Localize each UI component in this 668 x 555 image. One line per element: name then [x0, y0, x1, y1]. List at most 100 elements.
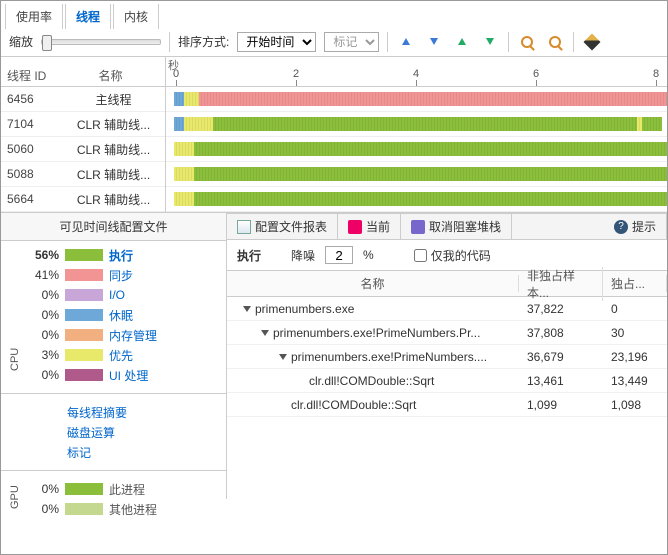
zoom-fit-icon: [549, 36, 561, 48]
legend-swatch: [65, 329, 103, 341]
legend-swatch: [65, 309, 103, 321]
timeline-bar-row[interactable]: [166, 87, 667, 112]
legend-item: 0% 此进程: [23, 479, 218, 499]
legend-link[interactable]: 执行: [109, 247, 133, 264]
thread-id: 5060: [1, 142, 56, 156]
profile-legend: 可见时间线配置文件 CPU GPU 56%执行41%同步0%I/O0%休眠0%内…: [1, 213, 227, 499]
legend-swatch: [65, 269, 103, 281]
table-row[interactable]: primenumbers.exe37,8220: [227, 297, 667, 321]
tick-label: 6: [533, 68, 539, 80]
tab-unblock[interactable]: 取消阻塞堆栈: [401, 214, 512, 239]
noise-input[interactable]: [325, 246, 353, 264]
row-inclusive: 37,808: [519, 326, 603, 340]
legend-link[interactable]: 同步: [109, 267, 133, 284]
row-name: clr.dll!COMDouble::Sqrt: [309, 374, 434, 388]
thread-row[interactable]: 5664CLR 辅助线...: [1, 187, 165, 212]
lower-panel: 可见时间线配置文件 CPU GPU 56%执行41%同步0%I/O0%休眠0%内…: [1, 213, 667, 499]
thread-id: 5088: [1, 167, 56, 181]
highlight-button[interactable]: [582, 32, 602, 52]
zoom-in-icon: [521, 36, 533, 48]
mycode-checkbox[interactable]: [414, 249, 427, 262]
sort-label: 排序方式:: [178, 33, 229, 50]
tab-profile-report[interactable]: 配置文件报表: [227, 214, 338, 239]
tab-current[interactable]: 当前: [338, 214, 401, 239]
thread-row[interactable]: 6456主线程: [1, 87, 165, 112]
legend-label: 此进程: [109, 481, 145, 498]
profile-link[interactable]: 磁盘运算: [67, 422, 218, 442]
move-down-button[interactable]: [424, 32, 444, 52]
col-inclusive[interactable]: 非独占样本...: [519, 267, 603, 301]
tick-label: 8: [653, 68, 659, 80]
col-thread-id[interactable]: 线程 ID: [1, 67, 56, 84]
tab-hint[interactable]: ?提示: [604, 214, 667, 239]
sort-select[interactable]: 开始时间: [237, 32, 316, 52]
row-exclusive: 0: [603, 302, 667, 316]
zoom-slider[interactable]: [41, 39, 161, 45]
zoom-fit-button[interactable]: [545, 32, 565, 52]
help-icon: ?: [614, 220, 628, 234]
timeline-bar-row[interactable]: [166, 162, 667, 187]
legend-link[interactable]: 优先: [109, 347, 133, 364]
col-exclusive[interactable]: 独占...: [603, 275, 667, 292]
timeline-bar-row[interactable]: [166, 187, 667, 212]
table-row[interactable]: clr.dll!COMDouble::Sqrt1,0991,098: [227, 393, 667, 417]
row-name: primenumbers.exe!PrimeNumbers....: [291, 350, 487, 364]
separator: [387, 32, 388, 52]
legend-link[interactable]: UI 处理: [109, 367, 148, 384]
legend-pct: 0%: [23, 482, 59, 496]
zoom-label: 缩放: [9, 33, 33, 50]
col-name[interactable]: 名称: [227, 275, 519, 292]
legend-swatch: [65, 249, 103, 261]
mycode-toggle[interactable]: 仅我的代码: [414, 247, 491, 264]
legend-swatch: [65, 483, 103, 495]
timeline-chart[interactable]: 秒 02468: [166, 57, 667, 212]
table-row[interactable]: primenumbers.exe!PrimeNumbers.Pr...37,80…: [227, 321, 667, 345]
marker-select[interactable]: 标记: [324, 32, 379, 52]
legend-link[interactable]: 内存管理: [109, 327, 157, 344]
tab-threads[interactable]: 线程: [65, 4, 111, 29]
legend-label: 其他进程: [109, 501, 157, 518]
time-ruler: 秒 02468: [166, 57, 667, 87]
zoom-thumb[interactable]: [42, 35, 52, 51]
legend-link[interactable]: 休眠: [109, 307, 133, 324]
legend-link[interactable]: I/O: [109, 288, 125, 302]
separator: [573, 32, 574, 52]
legend-item: 0%其他进程: [23, 499, 218, 519]
legend-item: 41%同步: [23, 265, 218, 285]
row-inclusive: 36,679: [519, 350, 603, 364]
move-top-button[interactable]: [452, 32, 472, 52]
tab-cores[interactable]: 内核: [113, 4, 159, 29]
profile-link[interactable]: 标记: [67, 442, 218, 462]
profile-link[interactable]: 每线程摘要: [67, 402, 218, 422]
table-row[interactable]: primenumbers.exe!PrimeNumbers.... 36,6792…: [227, 345, 667, 369]
timeline-bar-row[interactable]: [166, 137, 667, 162]
move-up-button[interactable]: [396, 32, 416, 52]
noise-label: 降噪: [291, 247, 315, 264]
timeline-bar-row[interactable]: [166, 112, 667, 137]
col-thread-name[interactable]: 名称: [56, 67, 165, 84]
tab-usage[interactable]: 使用率: [5, 4, 63, 29]
legend-pct: 0%: [23, 368, 59, 382]
thread-row[interactable]: 5088CLR 辅助线...: [1, 162, 165, 187]
legend-pct: 56%: [23, 248, 59, 262]
row-exclusive: 23,196: [603, 350, 667, 364]
exec-label: 执行: [237, 247, 261, 264]
report-icon: [237, 220, 251, 234]
tree-toggle-icon[interactable]: [243, 306, 251, 312]
zoom-in-button[interactable]: [517, 32, 537, 52]
tree-toggle-icon[interactable]: [261, 330, 269, 336]
tree-toggle-icon[interactable]: [279, 354, 287, 360]
table-row[interactable]: clr.dll!COMDouble::Sqrt13,46113,449: [227, 369, 667, 393]
arrow-bottom-icon: [486, 38, 494, 45]
legend-pct: 0%: [23, 308, 59, 322]
thread-row[interactable]: 5060CLR 辅助线...: [1, 137, 165, 162]
timeline-panel: 线程 ID 名称 6456主线程7104CLR 辅助线...5060CLR 辅助…: [1, 57, 667, 213]
row-exclusive: 30: [603, 326, 667, 340]
move-bottom-button[interactable]: [480, 32, 500, 52]
row-inclusive: 37,822: [519, 302, 603, 316]
divider: [1, 393, 226, 394]
legend-item: 3%优先: [23, 345, 218, 365]
legend-item: 0%I/O: [23, 285, 218, 305]
divider: [1, 470, 226, 471]
thread-row[interactable]: 7104CLR 辅助线...: [1, 112, 165, 137]
